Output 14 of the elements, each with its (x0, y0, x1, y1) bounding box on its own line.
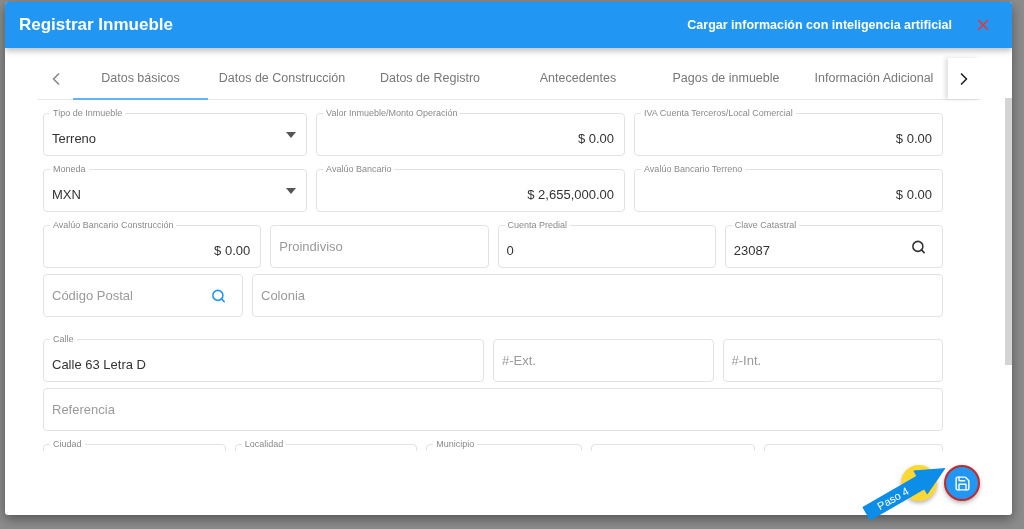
field-label: Clave Catastral (731, 220, 800, 231)
field-label: Avalúo Bancario Terreno (641, 164, 746, 175)
field-label: Avalúo Bancario Construcción (50, 220, 177, 231)
field-label: Localidad (241, 439, 287, 450)
field-label: Municipio (433, 439, 478, 450)
dialog-title: Registrar Inmueble (19, 15, 173, 35)
field-label: Valor Inmueble/Monto Operación (323, 108, 461, 119)
field-label: IVA Cuenta Terceros/Local Comercial (641, 108, 796, 119)
field-label: Tipo de Inmueble (50, 108, 126, 119)
field-label: Moneda (50, 164, 89, 175)
field-label: Ciudad (50, 439, 85, 450)
field-label: Calle (50, 334, 77, 345)
field-label: Cuenta Predial (504, 220, 571, 231)
field-label: Avalúo Bancario (323, 164, 395, 175)
